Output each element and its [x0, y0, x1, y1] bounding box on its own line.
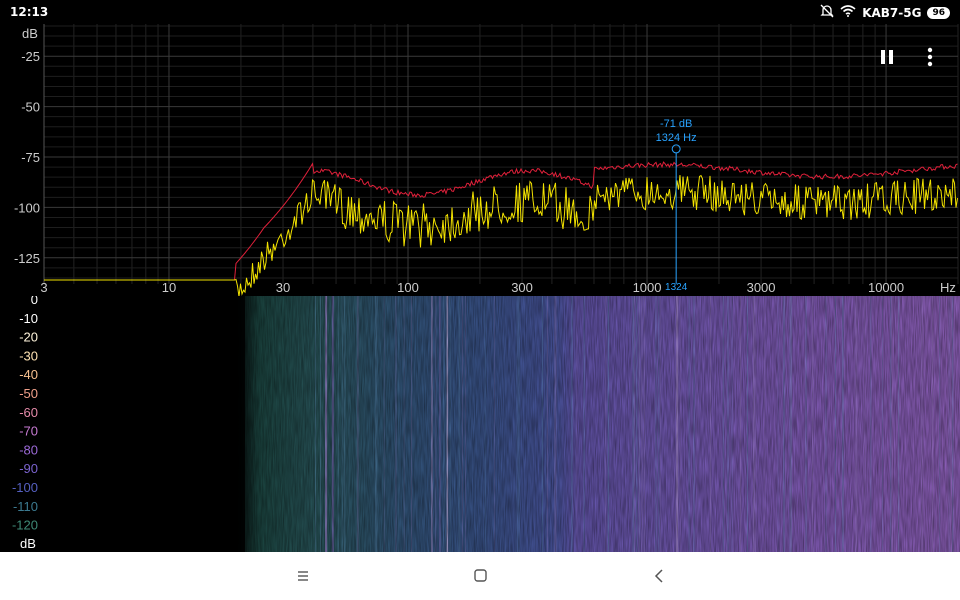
pause-button[interactable]: [875, 44, 899, 70]
network-name: KAB7-5G: [862, 5, 922, 20]
wifi-icon: [840, 5, 856, 20]
spectrogram-scale-label: -10: [19, 311, 38, 326]
spectrogram-scale-label: -100: [12, 480, 38, 495]
y-tick-label: -75: [21, 150, 40, 165]
status-time: 12:13: [10, 5, 49, 19]
back-button[interactable]: [645, 562, 673, 590]
cursor-hz-label: 1324 Hz: [656, 132, 697, 144]
pause-icon: [881, 50, 893, 64]
spectrogram[interactable]: 0 -10 -20 -30 -40 -50 -60 -70 -80 -90 -100 -110 -120…: [0, 296, 960, 552]
spectrogram-scale-label: -70: [19, 424, 38, 439]
y-tick-label: -50: [21, 100, 40, 115]
spectrogram-scale-label: -90: [19, 461, 38, 476]
x-unit-label: Hz: [940, 280, 956, 295]
more-vert-icon: [927, 47, 933, 67]
x-tick-label: 3: [40, 280, 47, 295]
spectrogram-scale-label: -50: [19, 386, 38, 401]
spectrogram-scale-label: -40: [19, 367, 38, 382]
x-tick-label: 3000: [747, 280, 776, 295]
status-icons: KAB7-5G 96: [820, 4, 950, 21]
home-icon: [474, 569, 487, 582]
spectrogram-scale-label: -20: [19, 330, 38, 345]
y-tick-label: -125: [14, 251, 40, 266]
spectrogram-scale-label: -120: [12, 518, 38, 533]
cursor-db-label: -71 dB: [660, 118, 692, 130]
x-tick-label: 300: [511, 280, 533, 295]
menu-icon: [298, 571, 308, 581]
spectrogram-scale-label: -30: [19, 348, 38, 363]
x-tick-label: 30: [276, 280, 290, 295]
mute-bell-icon: [820, 4, 834, 21]
spectrogram-unit: dB: [20, 536, 36, 551]
x-tick-label: 100: [397, 280, 419, 295]
x-tick-label: 10000: [868, 280, 904, 295]
more-options-button[interactable]: [918, 44, 942, 70]
y-tick-label: -25: [21, 49, 40, 64]
spectrogram-scale-label: -60: [19, 405, 38, 420]
home-button[interactable]: [466, 562, 494, 590]
recent-apps-button[interactable]: [289, 562, 317, 590]
spectrogram-scale-label: 0: [31, 296, 38, 307]
y-unit-label: dB: [22, 26, 38, 41]
navigation-bar: [0, 552, 960, 600]
cursor-x-label: 1324: [665, 282, 688, 293]
spectrogram-scale-label: -110: [13, 499, 38, 514]
spectrum-plot[interactable]: -71 dB 1324 Hz 1324 -25 -50 -75 -100 -125 3 1…: [0, 24, 960, 296]
status-bar: 12:13 KAB7-5G 96: [0, 0, 960, 24]
x-tick-label: 1000: [633, 280, 662, 295]
x-tick-label: 10: [162, 280, 176, 295]
spectrogram-scale-label: -80: [19, 442, 38, 457]
back-icon: [654, 569, 663, 583]
y-tick-label: -100: [14, 200, 40, 215]
battery-badge: 96: [927, 6, 950, 19]
